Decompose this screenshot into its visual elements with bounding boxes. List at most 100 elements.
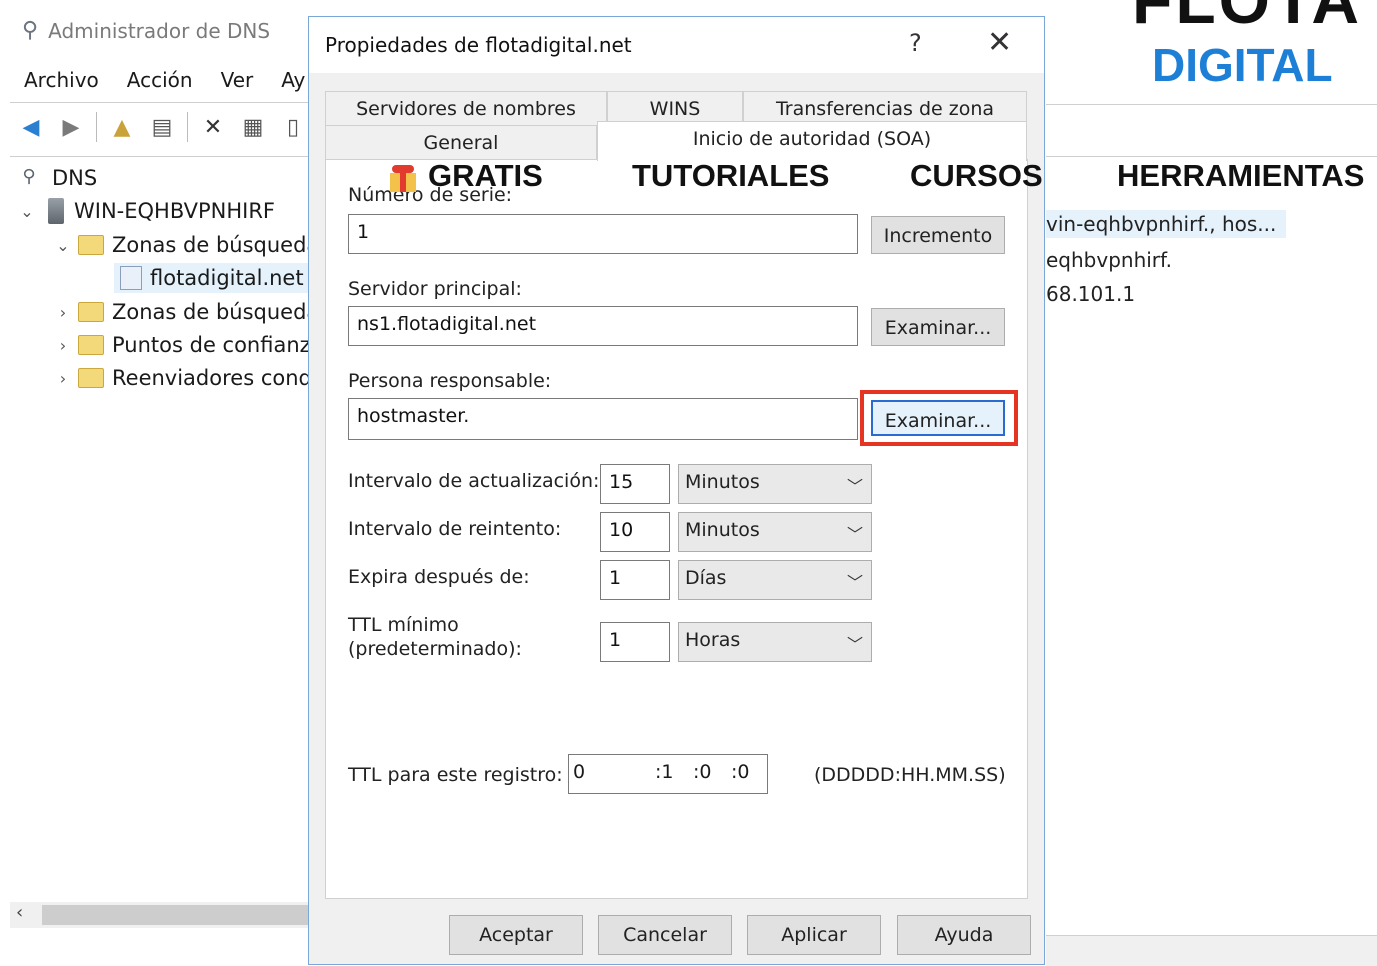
- tree-item-label: Zonas de búsqueda: [112, 233, 320, 257]
- properties-icon[interactable]: ▦: [236, 110, 270, 144]
- ttl-format-hint: (DDDDD:HH.MM.SS): [814, 764, 1006, 786]
- expire-input[interactable]: 1: [600, 560, 670, 600]
- toolbar-divider: [10, 156, 310, 157]
- tree-item-forwarders[interactable]: › Reenviadores cond: [54, 363, 312, 393]
- folder-icon: [78, 235, 104, 255]
- chevron-down-icon[interactable]: ⌄: [18, 202, 36, 221]
- increment-button[interactable]: Incremento: [871, 216, 1005, 254]
- logo-line1: FLOTA: [1132, 0, 1363, 37]
- tree-item-label: flotadigital.net: [150, 266, 304, 290]
- tab-general[interactable]: General: [325, 125, 597, 161]
- list-item[interactable]: 68.101.1: [1046, 282, 1135, 306]
- toolbar-separator: [96, 112, 97, 142]
- min-ttl-input[interactable]: 1: [600, 622, 670, 662]
- folder-icon: [78, 302, 104, 322]
- gift-icon: [390, 164, 416, 192]
- chevron-down-icon: ﹀: [846, 525, 863, 544]
- ttl-seconds[interactable]: :0: [731, 761, 750, 783]
- list-item[interactable]: vin-eqhbvpnhirf., hos...: [1046, 210, 1287, 238]
- delete-icon[interactable]: ✕: [196, 110, 230, 144]
- menu-ver[interactable]: Ver: [207, 66, 268, 100]
- up-folder-icon[interactable]: ▲: [105, 110, 139, 144]
- show-hide-tree-icon[interactable]: ▤: [145, 110, 179, 144]
- chevron-down-icon: ﹀: [846, 477, 863, 496]
- primary-server-label: Servidor principal:: [348, 278, 522, 300]
- chevron-down-icon: ﹀: [846, 635, 863, 654]
- toolbar-separator: [187, 112, 188, 142]
- toolbar: ◀ ▶ ▲ ▤ ✕ ▦ ▯: [10, 104, 314, 150]
- tree-item-reverse-zones[interactable]: › Zonas de búsqueda: [54, 297, 320, 327]
- min-ttl-label-line2: (predeterminado):: [348, 638, 522, 660]
- tab-name-servers[interactable]: Servidores de nombres: [325, 91, 607, 127]
- back-arrow-icon[interactable]: ◀: [14, 110, 48, 144]
- dns-manager-icon: ⚲: [22, 18, 39, 43]
- help-icon[interactable]: ?: [909, 29, 922, 57]
- min-ttl-label-line1: TTL mínimo: [348, 614, 459, 636]
- nav-label: GRATIS: [428, 158, 543, 193]
- chevron-down-icon: ﹀: [846, 573, 863, 592]
- browse-primary-button[interactable]: Examinar...: [871, 308, 1005, 346]
- scroll-left-icon[interactable]: ‹: [16, 902, 23, 923]
- folder-icon: [78, 335, 104, 355]
- select-value: Minutos: [685, 471, 760, 493]
- chevron-right-icon[interactable]: ›: [54, 303, 72, 322]
- browse-responsible-button[interactable]: Examinar...: [871, 400, 1005, 436]
- record-ttl-label: TTL para este registro:: [348, 764, 563, 786]
- list-item[interactable]: eqhbvpnhirf.: [1046, 248, 1172, 272]
- retry-input[interactable]: 10: [600, 512, 670, 552]
- help-button[interactable]: Ayuda: [897, 915, 1031, 955]
- ok-button[interactable]: Aceptar: [449, 915, 583, 955]
- ttl-minutes[interactable]: :0: [693, 761, 712, 783]
- refresh-unit-select[interactable]: Minutos ﹀: [678, 464, 872, 504]
- dialog-title: Propiedades de flotadigital.net: [325, 33, 632, 57]
- forward-arrow-icon[interactable]: ▶: [54, 110, 88, 144]
- tree-item-zone[interactable]: flotadigital.net: [114, 263, 312, 293]
- menu-divider: [10, 102, 310, 103]
- status-bar: [1046, 935, 1377, 966]
- chevron-right-icon[interactable]: ›: [54, 336, 72, 355]
- select-value: Minutos: [685, 519, 760, 541]
- tree-horizontal-scrollbar[interactable]: ‹: [10, 902, 308, 928]
- chevron-down-icon[interactable]: ⌄: [54, 236, 72, 255]
- close-icon[interactable]: ✕: [987, 25, 1012, 60]
- menu-accion[interactable]: Acción: [113, 66, 207, 100]
- ttl-days[interactable]: 0: [573, 761, 585, 783]
- responsible-label: Persona responsable:: [348, 370, 552, 392]
- tree-item-label: WIN-EQHBVPNHIRF: [74, 199, 275, 223]
- nav-cursos[interactable]: CURSOS: [910, 158, 1043, 194]
- export-icon[interactable]: ▯: [276, 110, 310, 144]
- expire-unit-select[interactable]: Días ﹀: [678, 560, 872, 600]
- nav-tutoriales[interactable]: TUTORIALES: [632, 158, 830, 194]
- tree-item-label: Reenviadores cond: [112, 366, 312, 390]
- menu-bar: Archivo Acción Ver Ay: [10, 66, 319, 100]
- refresh-input[interactable]: 15: [600, 464, 670, 504]
- tree-item-forward-zones[interactable]: ⌄ Zonas de búsqueda: [54, 230, 319, 260]
- serial-input[interactable]: 1: [348, 214, 858, 254]
- retry-label: Intervalo de reintento:: [348, 518, 562, 540]
- menu-archivo[interactable]: Archivo: [10, 66, 113, 100]
- right-pane-divider: [1046, 104, 1377, 105]
- scrollbar-thumb[interactable]: [42, 905, 308, 925]
- zone-file-icon: [120, 266, 142, 290]
- chevron-right-icon[interactable]: ›: [54, 369, 72, 388]
- folder-icon: [78, 368, 104, 388]
- tab-soa[interactable]: Inicio de autoridad (SOA): [597, 121, 1027, 161]
- mmc-title: ⚲ Administrador de DNS: [22, 18, 270, 43]
- record-ttl-input[interactable]: 0 :1 :0 :0: [568, 754, 768, 794]
- right-pane-divider: [1046, 156, 1377, 157]
- mmc-title-text: Administrador de DNS: [48, 18, 271, 43]
- tree-item-trust-points[interactable]: › Puntos de confianza: [54, 330, 324, 360]
- select-value: Horas: [685, 629, 741, 651]
- retry-unit-select[interactable]: Minutos ﹀: [678, 512, 872, 552]
- apply-button[interactable]: Aplicar: [747, 915, 881, 955]
- min-ttl-unit-select[interactable]: Horas ﹀: [678, 622, 872, 662]
- cancel-button[interactable]: Cancelar: [598, 915, 732, 955]
- nav-gratis[interactable]: GRATIS: [390, 158, 543, 194]
- select-value: Días: [685, 567, 727, 589]
- responsible-input[interactable]: hostmaster.: [348, 398, 858, 440]
- site-nav-overlay: GRATIS TUTORIALES CURSOS HERRAMIENTAS: [0, 158, 1377, 202]
- ttl-hours[interactable]: :1: [655, 761, 674, 783]
- primary-server-input[interactable]: ns1.flotadigital.net: [348, 306, 858, 346]
- refresh-label: Intervalo de actualización:: [348, 470, 600, 492]
- nav-herramientas[interactable]: HERRAMIENTAS: [1117, 158, 1364, 194]
